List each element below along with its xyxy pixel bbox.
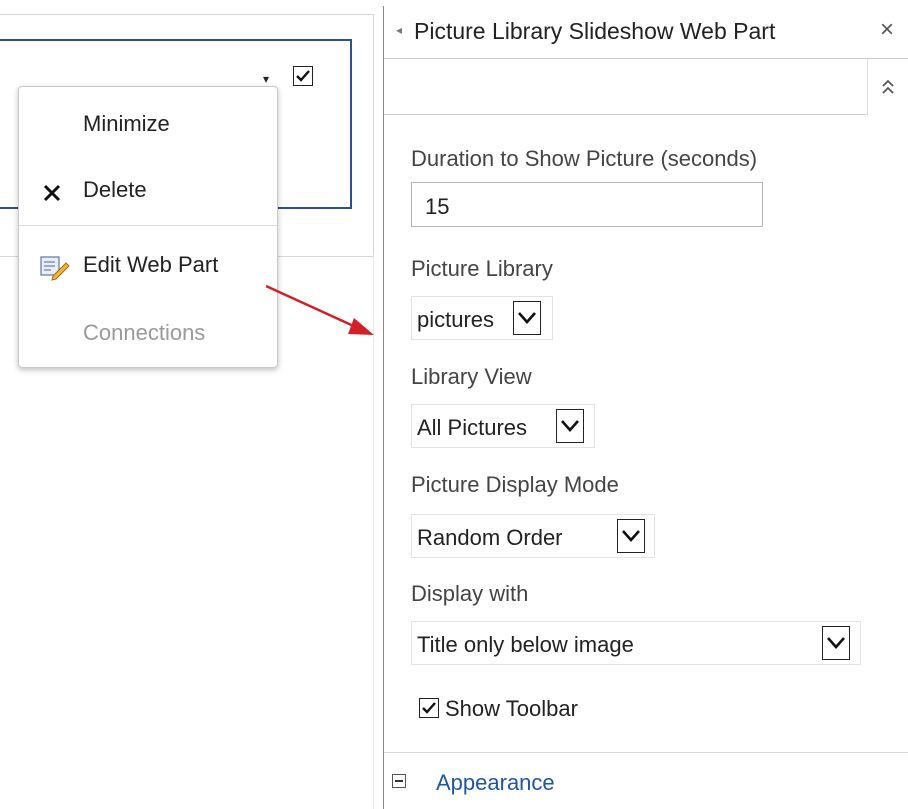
web-part-select-checkbox[interactable] <box>293 66 313 86</box>
close-x-icon <box>39 177 69 207</box>
tool-pane-subbar <box>384 59 908 115</box>
section-divider <box>384 752 908 753</box>
menu-item-label: Minimize <box>83 111 170 136</box>
picture-library-select[interactable]: pictures <box>411 296 553 340</box>
chevron-down-icon[interactable] <box>822 626 850 660</box>
library-view-value: All Pictures <box>417 415 528 440</box>
duration-label: Duration to Show Picture (seconds) <box>411 146 758 171</box>
display-mode-select[interactable]: Random Order <box>411 514 655 558</box>
edit-web-part-icon <box>39 252 70 282</box>
library-view-select[interactable]: All Pictures <box>411 404 595 448</box>
appearance-section-link[interactable]: Appearance <box>436 770 555 796</box>
double-chevron-up-icon <box>882 79 894 94</box>
display-mode-value: Random Order <box>417 525 563 550</box>
picture-library-label: Picture Library <box>411 256 553 281</box>
menu-item-label: Edit Web Part <box>83 252 219 277</box>
duration-input[interactable]: 15 <box>411 182 763 227</box>
show-toolbar-checkbox[interactable] <box>419 698 439 718</box>
tool-pane-title: Picture Library Slideshow Web Part <box>414 18 776 44</box>
back-arrow-icon[interactable]: ◂ <box>396 23 402 37</box>
web-part-menu-arrow-icon[interactable]: ▾ <box>263 72 269 86</box>
web-part-context-menu: Minimize Delete Edit Web Part Connection… <box>18 86 278 368</box>
picture-library-value: pictures <box>417 307 495 332</box>
collapse-button[interactable] <box>867 59 908 115</box>
checkmark-icon <box>296 70 310 82</box>
show-toolbar-label[interactable]: Show Toolbar <box>445 696 578 722</box>
display-with-value: Title only below image <box>417 632 634 657</box>
close-icon[interactable]: × <box>880 16 894 44</box>
menu-item-label: Connections <box>83 320 206 345</box>
library-view-label: Library View <box>411 364 532 389</box>
tool-pane-header: ◂ Picture Library Slideshow Web Part × <box>384 6 908 59</box>
display-with-select[interactable]: Title only below image <box>411 621 861 665</box>
chevron-down-icon[interactable] <box>617 519 645 553</box>
tool-pane: ◂ Picture Library Slideshow Web Part × D… <box>383 6 908 809</box>
checkmark-icon <box>422 702 436 714</box>
chevron-down-icon[interactable] <box>556 409 584 443</box>
collapse-section-icon[interactable] <box>392 774 406 788</box>
display-with-label: Display with <box>411 581 529 606</box>
chevron-down-icon[interactable] <box>513 301 541 335</box>
menu-item-label: Delete <box>83 177 147 202</box>
red-arrow-annotation <box>265 284 374 335</box>
display-mode-label: Picture Display Mode <box>411 472 619 497</box>
menu-separator <box>19 225 277 226</box>
